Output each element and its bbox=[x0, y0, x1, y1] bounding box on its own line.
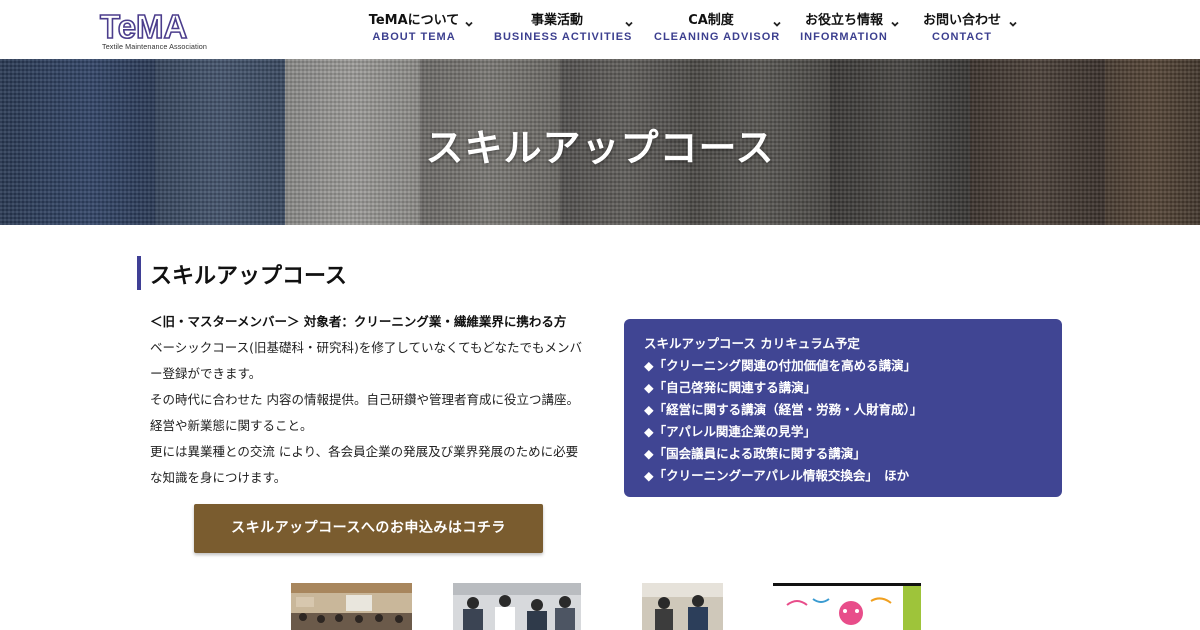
nav-label-en: BUSINESS ACTIVITIES bbox=[494, 31, 633, 43]
description-line: 経営や新業態に関すること。 bbox=[150, 418, 313, 433]
nav-label-jp: お役立ち情報 bbox=[804, 13, 883, 28]
nav-label-jp: CA制度 bbox=[688, 13, 734, 28]
logo-subtitle: Textile Maintenance Association bbox=[102, 42, 207, 51]
curriculum-item: ◆「アパレル関連企業の見学」 bbox=[644, 424, 816, 439]
lecture-photo[interactable] bbox=[642, 583, 723, 630]
nav-label-en: CLEANING ADVISOR bbox=[654, 31, 781, 43]
description-line: ベーシックコース(旧基礎科・研究科)を修了していなくてもどなたでもメンバ bbox=[150, 340, 583, 355]
description-line: な知識を身につけます。 bbox=[150, 470, 287, 485]
workshop-photo[interactable] bbox=[453, 583, 581, 630]
page-title: スキルアップコース bbox=[150, 264, 347, 289]
description-line: ー登録ができます。 bbox=[150, 366, 262, 381]
nav-item-contact[interactable]: お問い合わせ CONTACT bbox=[918, 0, 1006, 59]
chevron-down-icon[interactable] bbox=[772, 19, 782, 29]
curriculum-item: ◆「経営に関する講演（経営・労務・人財育成）」 bbox=[644, 402, 923, 417]
curriculum-item: ◆「クリーニング関連の付加価値を高める講演」 bbox=[644, 358, 917, 373]
chevron-down-icon[interactable] bbox=[1008, 19, 1018, 29]
curriculum-item: ◆「自己啓発に関連する講演」 bbox=[644, 380, 817, 395]
curriculum-item: ◆「国会議員による政策に関する講演」 bbox=[644, 446, 866, 461]
target-audience: ＜旧・マスターメンバー＞ 対象者：クリーニング業・繊維業界に携わる方 bbox=[150, 314, 567, 329]
nav-item-about[interactable]: TeMAについて ABOUT TEMA bbox=[360, 0, 470, 59]
nav-label-en: CONTACT bbox=[932, 31, 992, 43]
chevron-down-icon[interactable] bbox=[890, 19, 900, 29]
hero-banner: スキルアップコース bbox=[0, 59, 1200, 225]
apply-button[interactable]: スキルアップコースへのお申込みはコチラ bbox=[194, 504, 543, 553]
logo-mark: TeMA bbox=[99, 8, 188, 46]
nav-label-jp: お問い合わせ bbox=[922, 13, 1001, 28]
chevron-down-icon[interactable] bbox=[624, 19, 634, 29]
site-header: TeMA Textile Maintenance Association TeM… bbox=[0, 0, 1200, 59]
slide-photo[interactable] bbox=[773, 583, 921, 630]
curriculum-item: ◆「クリーニングーアパレル情報交換会」 ほか bbox=[644, 468, 910, 483]
nav-item-business[interactable]: 事業活動 BUSINESS ACTIVITIES bbox=[494, 0, 633, 59]
nav-item-information[interactable]: お役立ち情報 INFORMATION bbox=[800, 0, 888, 59]
description-line: その時代に合わせた 内容の情報提供。自己研鑽や管理者育成に役立つ講座。 bbox=[150, 392, 579, 407]
tema-logo[interactable]: TeMA Textile Maintenance Association bbox=[99, 8, 207, 53]
nav-item-ca[interactable]: CA制度 CLEANING ADVISOR bbox=[654, 0, 781, 59]
description-line: 更には異業種との交流 により、各会員企業の発展及び業界発展のために必要 bbox=[150, 444, 579, 459]
seminar-photo[interactable] bbox=[291, 583, 412, 630]
nav-label-jp: TeMAについて bbox=[368, 13, 460, 28]
hero-title: スキルアップコース bbox=[425, 126, 775, 170]
curriculum-box: スキルアップコース カリキュラム予定 ◆「クリーニング関連の付加価値を高める講演… bbox=[624, 319, 1062, 497]
nav-label-en: ABOUT TEMA bbox=[372, 31, 456, 43]
nav-label-en: INFORMATION bbox=[800, 31, 888, 43]
section-accent-bar bbox=[137, 256, 141, 290]
chevron-down-icon[interactable] bbox=[464, 19, 474, 29]
curriculum-title: スキルアップコース カリキュラム予定 bbox=[644, 336, 860, 351]
nav-label-jp: 事業活動 bbox=[530, 13, 583, 28]
